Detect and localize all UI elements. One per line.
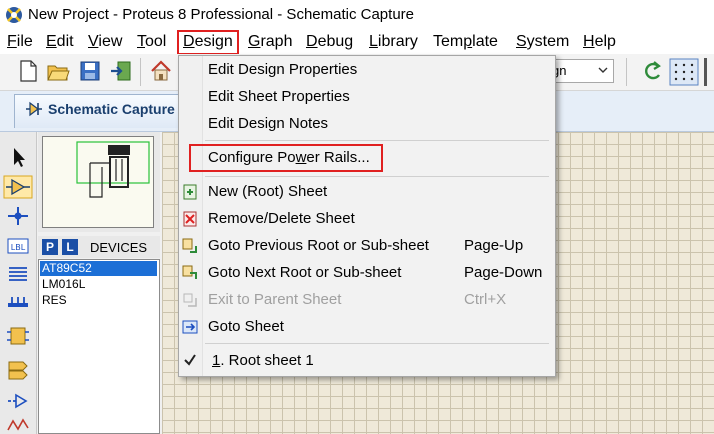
select-arrow-icon[interactable]: [6, 146, 30, 168]
menu-item-goto-previous-sheet[interactable]: Goto Previous Root or Sub-sheet: [208, 237, 429, 254]
shortcut-page-down: Page-Down: [464, 264, 543, 281]
grid-icon[interactable]: [669, 58, 699, 86]
chevron-down-icon: [598, 67, 608, 73]
menu-graph[interactable]: Graph: [248, 33, 292, 51]
import-icon[interactable]: [109, 58, 133, 84]
menu-debug[interactable]: Debug: [306, 33, 353, 51]
menu-file[interactable]: File: [7, 33, 33, 51]
device-list-item[interactable]: LM016L: [40, 277, 157, 292]
menu-item-edit-design-notes[interactable]: Edit Design Notes: [208, 115, 328, 132]
menu-library[interactable]: Library: [369, 33, 418, 51]
exit-parent-sheet-icon: [183, 293, 197, 307]
bus-icon[interactable]: [6, 294, 30, 316]
menu-item-new-root-sheet[interactable]: New (Root) Sheet: [208, 183, 327, 200]
schematic-tab-icon: [26, 101, 42, 117]
goto-sheet-icon: [182, 320, 198, 334]
component-mode-icon[interactable]: [3, 175, 33, 199]
goto-previous-sheet-icon: [182, 238, 197, 253]
home-icon[interactable]: [149, 58, 173, 84]
tab-label: Schematic Capture: [48, 101, 175, 117]
terminal-icon[interactable]: [6, 358, 30, 380]
text-script-icon[interactable]: [6, 264, 30, 286]
new-file-icon[interactable]: [16, 58, 40, 84]
device-list-item[interactable]: RES: [40, 293, 157, 308]
pick-devices-button[interactable]: P: [42, 239, 58, 255]
menu-separator: [205, 343, 549, 344]
menu-item-remove-delete-sheet[interactable]: Remove/Delete Sheet: [208, 210, 355, 227]
open-folder-icon[interactable]: [46, 58, 70, 84]
shortcut-ctrl-x: Ctrl+X: [464, 291, 507, 308]
subcircuit-icon[interactable]: [6, 325, 30, 347]
svg-text:LBL: LBL: [11, 243, 26, 252]
menu-tool[interactable]: Tool: [137, 33, 166, 51]
device-pin-icon[interactable]: [6, 390, 30, 412]
design-menu-highlight-box: [177, 30, 239, 55]
device-list-item[interactable]: AT89C52: [40, 261, 157, 276]
shortcut-page-up: Page-Up: [464, 237, 524, 254]
goto-next-sheet-icon: [182, 265, 197, 279]
save-icon[interactable]: [78, 58, 102, 84]
menu-item-edit-design-properties[interactable]: Edit Design Properties: [208, 61, 357, 78]
menu-system[interactable]: System: [516, 33, 569, 51]
menu-item-goto-next-sheet[interactable]: Goto Next Root or Sub-sheet: [208, 264, 401, 281]
graph-mode-icon[interactable]: [6, 416, 30, 434]
menu-template[interactable]: Template: [433, 33, 498, 51]
menu-item-exit-to-parent-sheet[interactable]: Exit to Parent Sheet: [208, 291, 341, 308]
window-title: New Project - Proteus 8 Professional - S…: [28, 6, 414, 23]
menu-separator: [205, 140, 549, 141]
menu-separator: [205, 176, 549, 177]
new-sheet-icon: [183, 184, 197, 200]
toolbar-overflow-handle[interactable]: [704, 58, 707, 86]
devices-label: DEVICES: [90, 240, 148, 255]
junction-dot-icon[interactable]: [6, 205, 30, 227]
checkmark-icon: [184, 354, 196, 366]
menu-view[interactable]: View: [88, 33, 122, 51]
proteus-app-icon: [6, 7, 22, 23]
menu-item-goto-sheet[interactable]: Goto Sheet: [208, 318, 284, 335]
power-rails-highlight-box: [189, 144, 383, 172]
menu-item-root-sheet-1[interactable]: 1. Root sheet 1: [212, 352, 314, 369]
wire-label-icon[interactable]: LBL: [6, 235, 30, 257]
library-manager-button[interactable]: L: [62, 239, 78, 255]
overview-thumbnail: [76, 141, 150, 198]
menu-item-edit-sheet-properties[interactable]: Edit Sheet Properties: [208, 88, 350, 105]
menu-edit[interactable]: Edit: [46, 33, 74, 51]
menu-help[interactable]: Help: [583, 33, 616, 51]
toolbar-separator: [626, 58, 627, 86]
toolbar-separator: [140, 58, 141, 86]
refresh-icon[interactable]: [640, 58, 664, 84]
delete-sheet-icon: [183, 211, 197, 227]
